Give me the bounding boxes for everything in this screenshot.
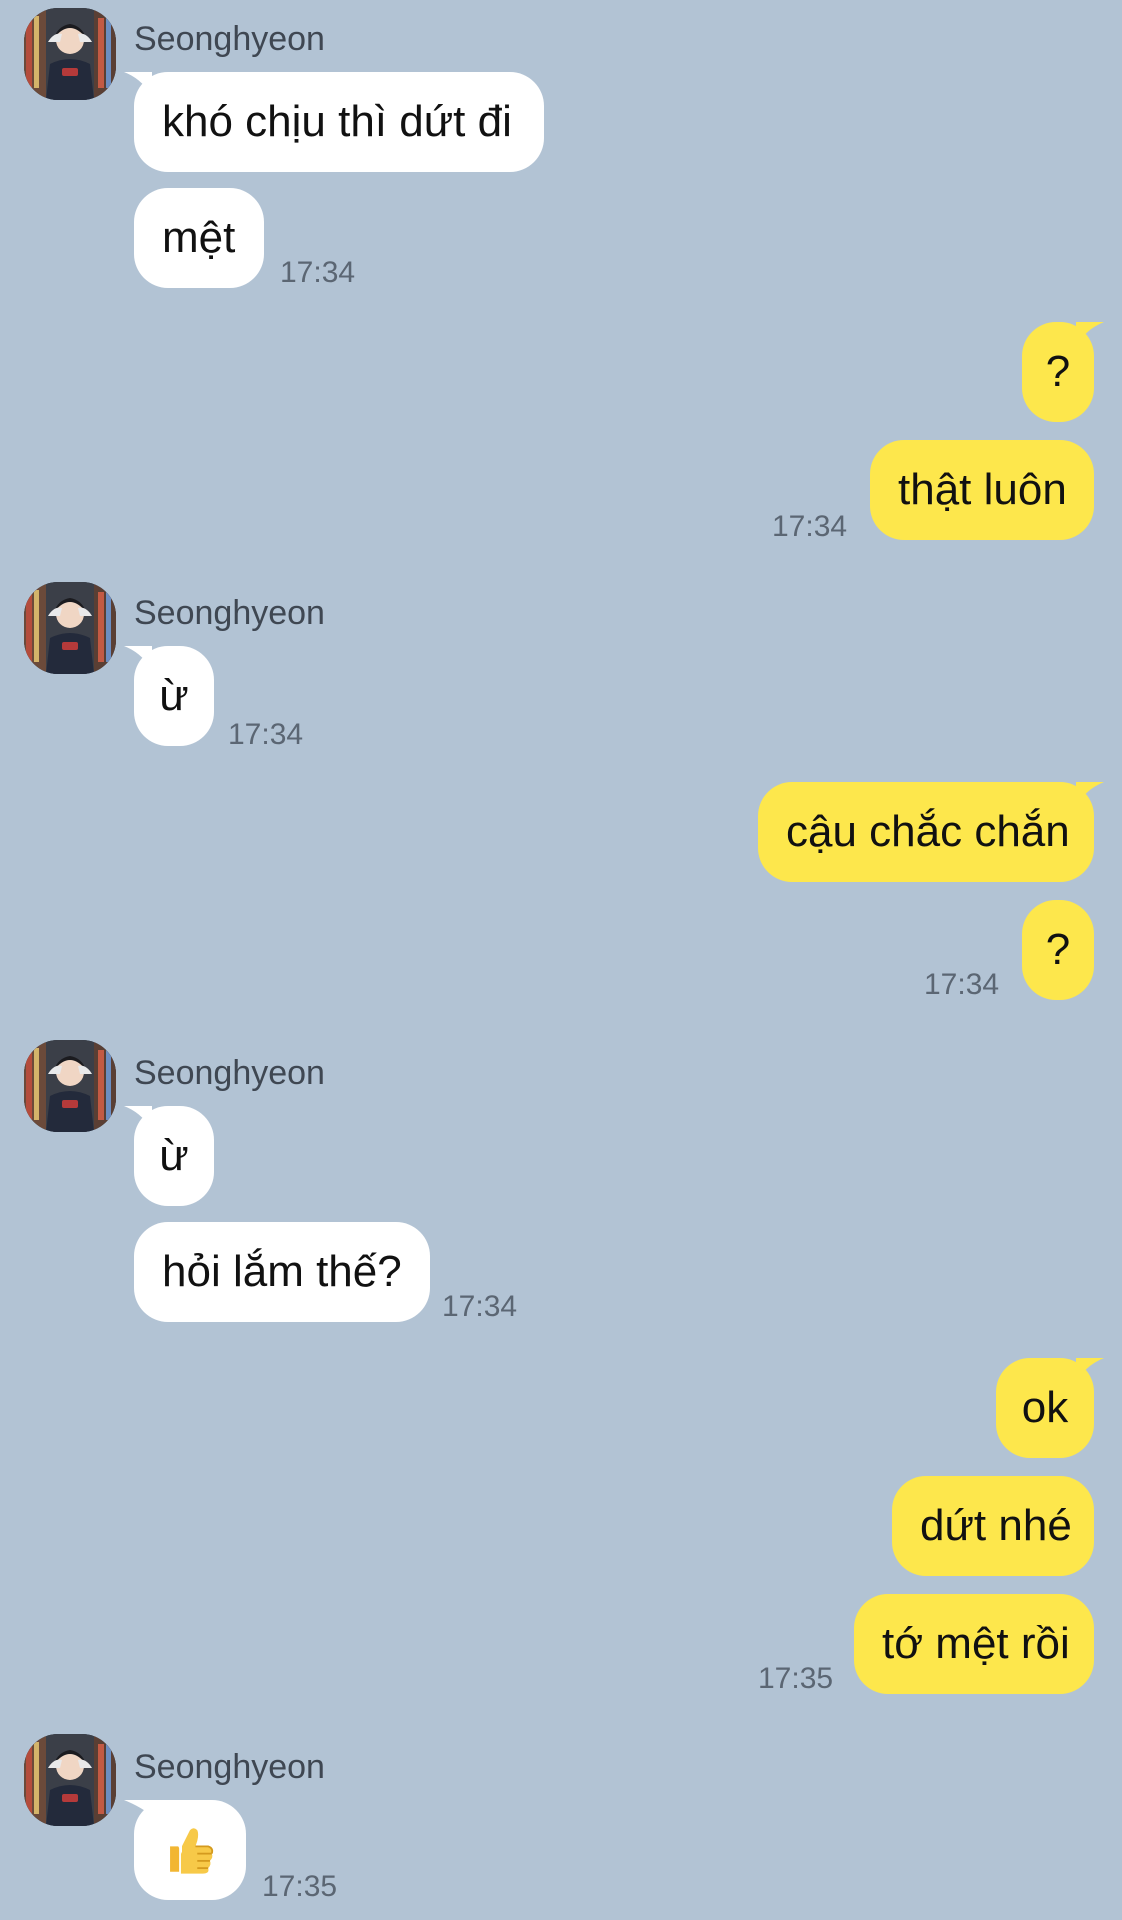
message-bubble-incoming[interactable]: khó chịu thì dứt đi [124,72,544,172]
message-bubble-outgoing[interactable]: cậu chắc chắn [758,782,1104,882]
bubble-tail-icon [1076,322,1104,348]
avatar-photo-icon [24,582,116,674]
message-bubble-incoming[interactable]: hỏi lắm thế? [134,1222,430,1322]
message-text: ? [1045,347,1071,396]
message-bubble-outgoing[interactable]: tớ mệt rồi [854,1594,1094,1694]
message-text: ừ [159,1131,189,1180]
message-text: khó chịu thì dứt đi [162,97,512,146]
message-bubble-incoming[interactable] [124,1800,246,1900]
message-timestamp: 17:35 [262,1870,338,1903]
avatar-photo-icon [24,1734,116,1826]
message-bubble-outgoing[interactable]: ? [1022,900,1094,1000]
avatar-photo-icon [24,1040,116,1132]
sender-name: Seonghyeon [134,20,325,58]
bubble-tail-icon [124,646,152,672]
message-text: thật luôn [898,465,1067,514]
sender-name: Seonghyeon [134,1054,325,1092]
message-text: ok [1021,1383,1069,1432]
sender-name: Seonghyeon [134,594,325,632]
avatar-photo-icon [24,8,116,100]
contact-avatar[interactable] [24,1734,116,1826]
message-timestamp: 17:34 [772,510,848,543]
message-bubble-outgoing[interactable]: ok [996,1358,1104,1458]
message-timestamp: 17:34 [228,718,304,751]
chat-thread[interactable]: Seonghyeon khó chịu thì dứt đi mệt 17:34… [0,0,1122,1920]
message-timestamp: 17:34 [924,968,1000,1001]
message-bubble-incoming[interactable]: ừ [124,646,214,746]
message-timestamp: 17:34 [280,256,356,289]
contact-avatar[interactable] [24,582,116,674]
bubble-tail-icon [1076,1358,1104,1384]
message-text: mệt [162,213,236,262]
message-timestamp: 17:35 [758,1662,834,1695]
message-text: dứt nhé [920,1501,1072,1550]
message-bubble-incoming[interactable]: mệt [134,188,264,288]
message-text: tớ mệt rồi [882,1619,1070,1668]
message-bubble-outgoing[interactable]: thật luôn [870,440,1094,540]
message-text: ? [1045,925,1071,974]
message-bubble-outgoing[interactable]: dứt nhé [892,1476,1094,1576]
bubble-tail-icon [124,1800,182,1854]
bubble-tail-icon [124,72,152,98]
sender-name: Seonghyeon [134,1748,325,1786]
contact-avatar[interactable] [24,1040,116,1132]
message-bubble-outgoing[interactable]: ? [1022,322,1104,422]
message-text: ừ [159,671,189,720]
bubble-tail-icon [1076,782,1104,808]
contact-avatar[interactable] [24,8,116,100]
message-text: hỏi lắm thế? [162,1247,402,1296]
message-timestamp: 17:34 [442,1290,518,1323]
message-bubble-incoming[interactable]: ừ [124,1106,214,1206]
bubble-tail-icon [124,1106,152,1132]
message-text: cậu chắc chắn [786,807,1070,856]
